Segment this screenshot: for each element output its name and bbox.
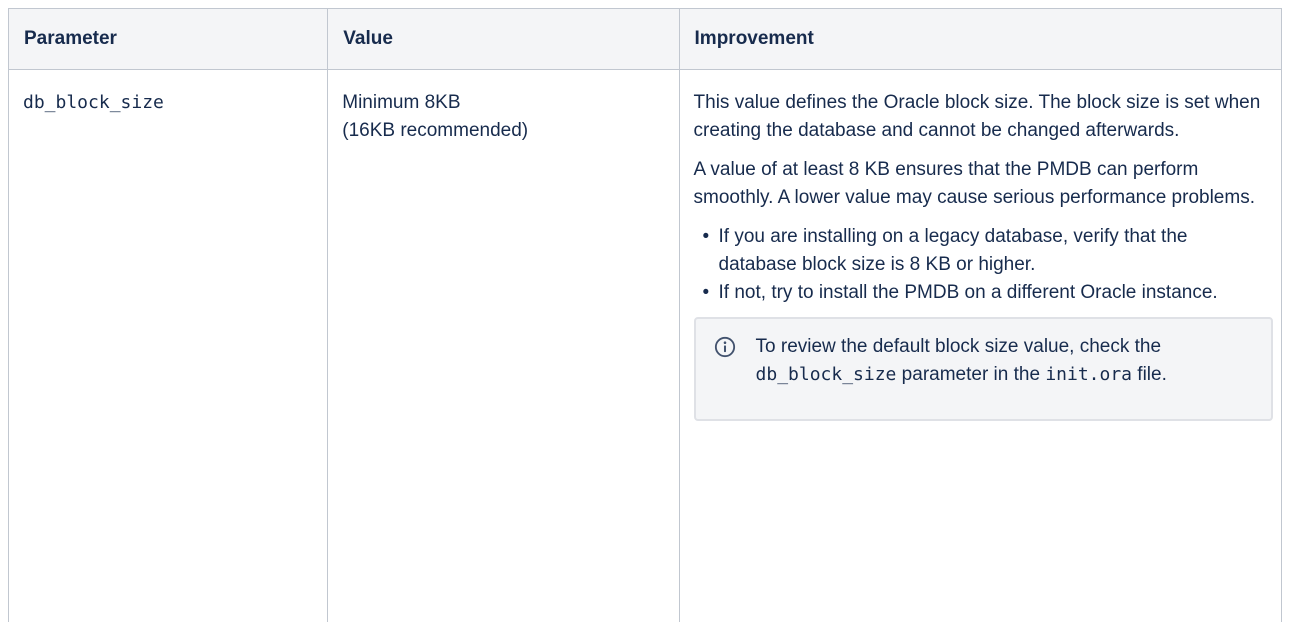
improvement-paragraph-1: This value defines the Oracle block size… [693,92,1261,141]
info-code-db-block-size: db_block_size [755,364,897,385]
list-item: If you are installing on a legacy databa… [703,223,1267,279]
cell-improvement: This value defines the Oracle block size… [678,69,1283,622]
list-item: If not, try to install the PMDB on a dif… [703,279,1267,307]
table-row: db_block_size Minimum 8KB (16KB recommen… [7,69,1283,622]
header-improvement: Improvement [678,8,1283,70]
info-text-before: To review the default block size value, … [755,336,1162,357]
parameter-table: Parameter Value Improvement db_block_siz… [7,8,1283,622]
table-header-row: Parameter Value Improvement [7,8,1283,70]
header-parameter: Parameter [7,8,329,70]
info-text-after: file. [1132,364,1167,385]
info-panel: To review the default block size value, … [693,317,1273,421]
cell-value: Minimum 8KB (16KB recommended) [327,69,680,622]
info-code-init-ora: init.ora [1045,364,1133,385]
parameter-name: db_block_size [23,92,164,113]
info-text-middle: parameter in the [896,364,1046,385]
value-minimum: Minimum 8KB [342,92,461,113]
improvement-bullet-list: If you are installing on a legacy databa… [694,223,1267,307]
value-recommended: (16KB recommended) [342,120,529,141]
cell-parameter: db_block_size [7,69,329,622]
info-icon [714,336,735,358]
improvement-paragraph-2: A value of at least 8 KB ensures that th… [693,159,1255,208]
header-value: Value [327,8,680,70]
